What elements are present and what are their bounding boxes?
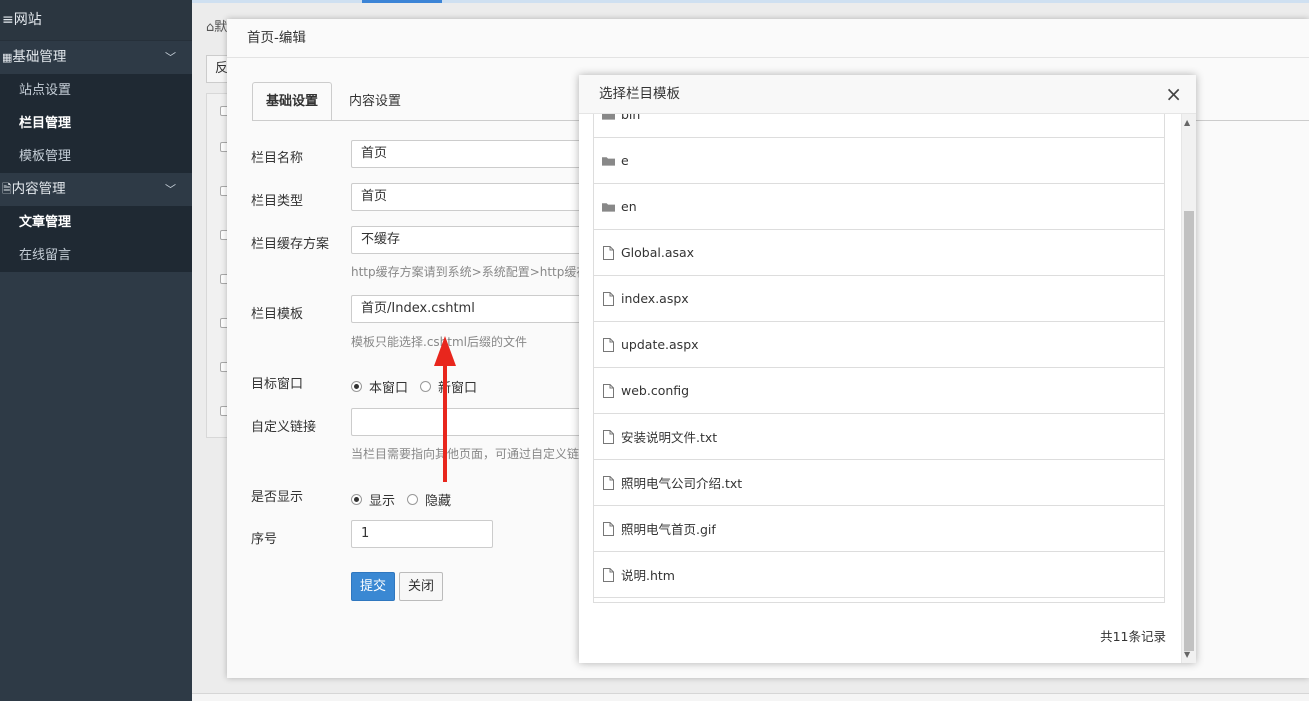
file-name: 安装说明文件.txt [621,430,718,445]
chevron-down-icon: ﹀ [165,51,176,64]
column-template-label: 栏目模板 [251,307,304,322]
file-row[interactable]: e [594,138,1164,184]
bottom-tab-strip [192,693,1309,701]
file-icon [602,291,621,306]
file-name: update.aspx [621,337,699,352]
file-name: en [621,199,637,214]
file-name: web.config [621,383,690,398]
close-icon[interactable]: × [1165,75,1182,114]
file-row[interactable]: web.config [594,368,1164,414]
scrollbar[interactable]: ▲ ▼ [1181,114,1196,663]
sidebar-brand[interactable]: ≡网站 [0,0,192,41]
file-icon [602,245,621,260]
sidebar-item-site-settings[interactable]: 站点设置 [0,74,192,107]
visibility-hide-option[interactable]: 隐藏 [407,490,451,509]
file-icon [602,521,621,536]
red-arrow-annotation [434,336,456,482]
visibility-show-option[interactable]: 显示 [351,490,395,509]
file-name: 照明电气首页.gif [621,522,716,537]
column-name-input[interactable]: 首页 [351,140,611,168]
sidebar-group-basic[interactable]: ▦基础管理 ﹀ [0,41,192,74]
folder-icon [602,200,621,214]
cache-scheme-label: 栏目缓存方案 [251,237,330,252]
custom-link-label: 自定义链接 [251,420,317,435]
sidebar-item-online-message[interactable]: 在线留言 [0,239,192,272]
file-icon [602,567,621,582]
radio-unchecked[interactable] [407,494,419,505]
cache-scheme-select[interactable]: 不缓存 [351,226,611,254]
sidebar-item-article-management[interactable]: 文章管理 [0,206,192,239]
breadcrumb: ⌂默 [206,20,228,35]
file-row[interactable]: 说明.htm [594,552,1164,598]
sidebar-group-label: 内容管理 [11,181,66,197]
sidebar-group-content[interactable]: 🗎内容管理 ﹀ [0,173,192,206]
scroll-up-icon[interactable]: ▲ [1184,118,1190,127]
file-icon [602,337,621,352]
file-name: 说明.htm [621,568,675,583]
sidebar: ≡网站 ▦基础管理 ﹀ 站点设置 栏目管理 模板管理 🗎内容管理 ﹀ 文章管理 … [0,0,192,701]
order-input[interactable]: 1 [351,520,493,548]
column-name-label: 栏目名称 [251,151,304,166]
file-row[interactable]: 安装说明文件.txt [594,414,1164,460]
file-name: 照明电气公司介绍.txt [621,476,743,491]
sidebar-group-label: 基础管理 [12,49,67,65]
cache-scheme-help: http缓存方案请到系统>系统配置>http缓存 [351,265,589,279]
sidebar-item-template-management[interactable]: 模板管理 [0,140,192,173]
edit-modal-title: 首页-编辑 [227,19,1309,58]
column-type-select[interactable]: 首页 [351,183,611,211]
custom-link-help: 当栏目需要指向其他页面，可通过自定义链 [351,447,580,461]
scrollbar-thumb[interactable] [1184,211,1194,651]
file-name: index.aspx [621,291,689,306]
picker-title: 选择栏目模板 × [579,75,1196,114]
file-icon [602,475,621,490]
radio-checked[interactable] [351,381,362,392]
file-list: bin e en Global.asax index.aspx update.aspx we… [593,114,1165,603]
custom-link-input[interactable] [351,408,611,436]
tab-basic-settings[interactable]: 基础设置 [252,82,333,121]
submit-button[interactable]: 提交 [351,572,395,601]
file-row[interactable]: Global.asax [594,230,1164,276]
order-label: 序号 [251,532,278,547]
sidebar-items-basic: 站点设置 栏目管理 模板管理 [0,74,192,173]
scroll-down-icon[interactable]: ▼ [1184,650,1190,659]
record-count: 共11条记录 [1100,629,1166,644]
file-row[interactable]: en [594,184,1164,230]
folder-icon [602,114,621,122]
folder-icon [602,154,621,168]
target-self-option[interactable]: 本窗口 [351,377,408,396]
file-row[interactable]: 照明电气首页.gif [594,506,1164,552]
grid-icon: ▦ [2,51,13,64]
file-name: e [621,153,629,168]
chevron-down-icon: ﹀ [165,183,176,196]
visibility-label: 是否显示 [251,490,304,505]
file-name: bin [621,114,641,122]
column-template-input[interactable]: 首页/Index.cshtml [351,295,611,323]
file-row[interactable]: 照明电气公司介绍.txt [594,460,1164,506]
tab-content-settings[interactable]: 内容设置 [335,82,415,121]
file-row[interactable]: index.aspx [594,276,1164,322]
file-row[interactable]: bin [594,114,1164,138]
sidebar-items-content: 文章管理 在线留言 [0,206,192,272]
template-picker-modal: 选择栏目模板 × bin e en Global.asax index.aspx upda… [579,75,1196,663]
file-icon [602,429,621,444]
file-row[interactable]: update.aspx [594,322,1164,368]
visibility-radios: 显示 隐藏 [351,490,463,509]
close-button[interactable]: 关闭 [399,572,443,601]
target-window-radios: 本窗口 新窗口 [351,377,489,396]
target-window-label: 目标窗口 [251,377,304,392]
column-type-label: 栏目类型 [251,194,304,209]
document-icon: 🗎 [2,182,12,196]
file-icon [602,383,621,398]
file-name: Global.asax [621,245,695,260]
sidebar-item-column-management[interactable]: 栏目管理 [0,107,192,140]
radio-checked[interactable] [351,494,362,505]
